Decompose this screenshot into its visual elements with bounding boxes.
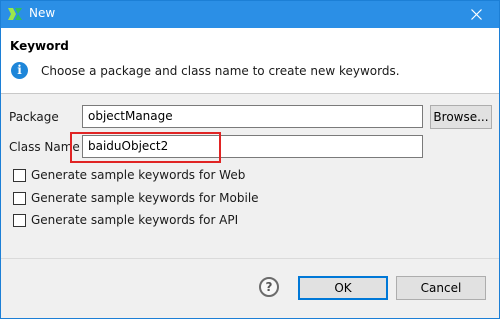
dialog-header: Keyword i Choose a package and class nam… [1,28,499,94]
katalon-logo-icon [8,8,22,20]
browse-button[interactable]: Browse... [430,105,492,129]
option-mobile-label: Generate sample keywords for Mobile [31,191,259,205]
cancel-button[interactable]: Cancel [396,276,486,300]
header-title: Keyword [10,39,69,53]
package-label: Package [9,110,59,124]
dialog-window: New Keyword i Choose a package and class… [0,0,500,319]
highlight-box [70,132,221,163]
option-mobile[interactable]: Generate sample keywords for Mobile [13,191,273,207]
option-web[interactable]: Generate sample keywords for Web [13,168,273,184]
option-web-label: Generate sample keywords for Web [31,168,246,182]
option-api[interactable]: Generate sample keywords for API [13,213,273,229]
checkbox-api[interactable] [13,214,26,227]
help-icon[interactable]: ? [259,277,279,297]
info-icon: i [11,62,28,79]
checkbox-mobile[interactable] [13,192,26,205]
header-message: Choose a package and class name to creat… [41,64,400,78]
window-title: New [29,6,56,20]
package-field[interactable]: objectManage [82,105,423,128]
ok-button[interactable]: OK [298,276,388,300]
checkbox-web[interactable] [13,169,26,182]
title-bar[interactable]: New [1,1,499,28]
option-api-label: Generate sample keywords for API [31,213,239,227]
close-icon [471,9,482,20]
close-button[interactable] [455,1,499,28]
footer-separator [1,258,499,259]
